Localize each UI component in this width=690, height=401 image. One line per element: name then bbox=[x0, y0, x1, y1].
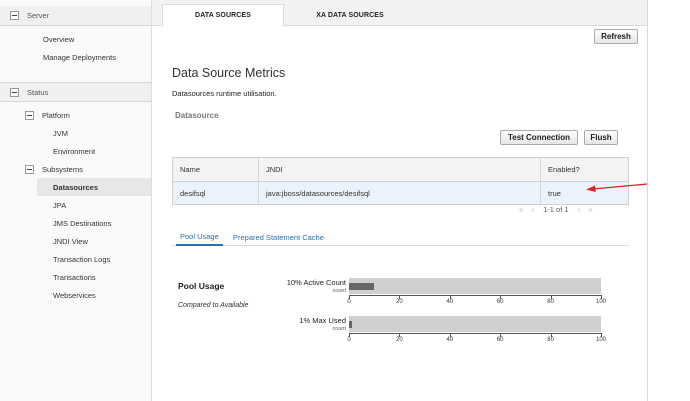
tab-bar: DATA SOURCES XA DATA SOURCES bbox=[152, 0, 647, 27]
sidebar-item-jvm[interactable]: JVM bbox=[0, 124, 151, 142]
sidebar-item-datasources[interactable]: Datasources bbox=[37, 178, 151, 196]
sidebar-item-jpa[interactable]: JPA bbox=[0, 196, 151, 214]
collapse-icon[interactable] bbox=[25, 164, 34, 174]
page-title: Data Source Metrics bbox=[172, 66, 286, 80]
column-header-enabled[interactable]: Enabled? bbox=[541, 158, 628, 181]
column-header-name[interactable]: Name bbox=[173, 158, 259, 181]
axis-tick-label: 40 bbox=[446, 337, 454, 343]
bar-label: 1% Max Used bbox=[299, 316, 346, 325]
collapse-icon[interactable] bbox=[25, 110, 34, 120]
tab-data-sources[interactable]: DATA SOURCES bbox=[162, 4, 284, 27]
axis-tick-label: 40 bbox=[446, 299, 454, 305]
table-row[interactable]: desifsql java:jboss/datasources/desifsql… bbox=[173, 182, 628, 204]
collapse-icon[interactable] bbox=[10, 87, 19, 97]
column-header-jndi[interactable]: JNDI bbox=[259, 158, 541, 181]
server-section-header[interactable]: Server bbox=[0, 6, 151, 26]
page-description: Datasources runtime utilisation. bbox=[172, 89, 277, 98]
subsystems-group-label: Subsystems bbox=[42, 164, 83, 174]
axis-line bbox=[349, 333, 601, 334]
status-section-title: Status bbox=[27, 87, 49, 97]
datasource-table: Name JNDI Enabled? desifsql java:jboss/d… bbox=[172, 157, 629, 205]
refresh-button[interactable]: Refresh bbox=[594, 29, 638, 44]
next-page-icon[interactable]: › bbox=[578, 205, 581, 214]
axis-tick-label: 80 bbox=[547, 337, 554, 343]
axis-tick-label: 20 bbox=[396, 299, 403, 305]
pool-usage-chart: 10% Active Count count 0 20 40 60 80 100 1% Max … bbox=[152, 270, 647, 360]
tab-xa-data-sources[interactable]: XA DATA SOURCES bbox=[290, 4, 410, 26]
subtab-pool-usage[interactable]: Pool Usage bbox=[176, 229, 223, 246]
axis-tick-label: 20 bbox=[396, 337, 403, 343]
sidebar-item-jms-destinations[interactable]: JMS Destinations bbox=[0, 214, 151, 232]
divider bbox=[647, 0, 648, 401]
sidebar: Server Overview Manage Deployments Statu… bbox=[0, 0, 152, 401]
sidebar-item-manage-deployments[interactable]: Manage Deployments bbox=[0, 48, 151, 66]
first-page-icon[interactable]: « bbox=[519, 205, 523, 214]
bar-label: 10% Active Count bbox=[286, 278, 346, 287]
axis-tick-label: 60 bbox=[496, 299, 504, 305]
axis-tick-label: 0 bbox=[347, 299, 351, 305]
pager: « ‹ 1-1 of 1 › » bbox=[515, 205, 597, 214]
axis-tick-label: 100 bbox=[595, 337, 606, 343]
sidebar-item-overview[interactable]: Overview bbox=[0, 30, 151, 48]
axis-tick-label: 60 bbox=[496, 337, 504, 343]
test-connection-button[interactable]: Test Connection bbox=[500, 130, 578, 145]
bar-fill bbox=[349, 321, 352, 328]
platform-group-label: Platform bbox=[42, 110, 70, 120]
axis-tick-label: 80 bbox=[547, 299, 554, 305]
bar-fill bbox=[349, 283, 375, 290]
sidebar-item-jndi-view[interactable]: JNDI View bbox=[0, 232, 151, 250]
bar-track bbox=[349, 316, 601, 332]
collapse-icon[interactable] bbox=[10, 11, 19, 20]
sidebar-item-webservices[interactable]: Webservices bbox=[0, 286, 151, 304]
subtab-bar: Pool Usage Prepared Statement Cache bbox=[172, 229, 629, 246]
axis-line bbox=[349, 295, 601, 296]
cell-jndi: java:jboss/datasources/desifsql bbox=[259, 182, 541, 204]
axis-tick-label: 0 bbox=[347, 337, 351, 343]
sidebar-item-transactions[interactable]: Transactions bbox=[0, 268, 151, 286]
sidebar-group-subsystems[interactable]: Subsystems bbox=[0, 160, 151, 178]
axis-tick-label: 100 bbox=[595, 299, 606, 305]
table-header: Name JNDI Enabled? bbox=[173, 158, 628, 182]
sidebar-item-environment[interactable]: Environment bbox=[0, 142, 151, 160]
last-page-icon[interactable]: » bbox=[588, 205, 592, 214]
bar-track bbox=[349, 278, 601, 294]
prev-page-icon[interactable]: ‹ bbox=[531, 205, 534, 214]
sidebar-item-transaction-logs[interactable]: Transaction Logs bbox=[0, 250, 151, 268]
sidebar-group-platform[interactable]: Platform bbox=[0, 106, 151, 124]
status-section-header[interactable]: Status bbox=[0, 82, 151, 102]
server-section-title: Server bbox=[27, 11, 50, 20]
bar-count-label: count bbox=[332, 288, 346, 294]
main-panel: DATA SOURCES XA DATA SOURCES Refresh Dat… bbox=[152, 0, 647, 401]
pager-text: 1-1 of 1 bbox=[543, 205, 569, 214]
section-label: Datasource bbox=[175, 111, 219, 120]
annotation-arrow-icon bbox=[586, 183, 648, 192]
subtab-prepared-statement-cache[interactable]: Prepared Statement Cache bbox=[233, 229, 324, 246]
bar-count-label: count bbox=[332, 326, 346, 332]
cell-name: desifsql bbox=[173, 182, 259, 204]
flush-button[interactable]: Flush bbox=[584, 130, 618, 145]
